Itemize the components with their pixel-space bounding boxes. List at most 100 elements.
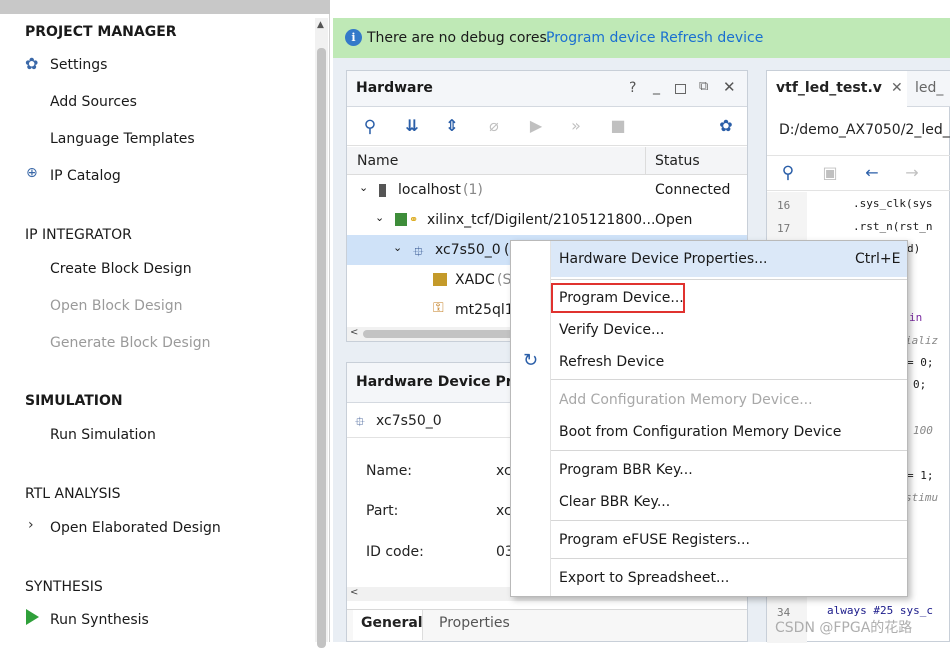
gear-icon: ✿ — [25, 54, 39, 73]
tree-row-status: Open — [655, 212, 693, 228]
close-icon[interactable]: ✕ — [723, 78, 736, 96]
col-name[interactable]: Name — [357, 153, 398, 169]
server-icon — [379, 184, 386, 197]
tab-properties[interactable]: Properties — [439, 615, 510, 631]
code-line: d) — [907, 242, 921, 255]
refresh-icon: ↻ — [523, 350, 539, 371]
editor-tab-active[interactable]: vtf_led_test.v — [776, 80, 882, 96]
tree-row-name: xilinx_tcf/Digilent/2105121800... — [427, 212, 656, 228]
file-path: D:/demo_AX7050/2_led_ — [779, 122, 950, 138]
settings-gear-icon[interactable]: ✿ — [717, 117, 735, 135]
tab-general[interactable]: General — [361, 615, 423, 631]
menu-separator — [551, 520, 907, 521]
run-icon — [26, 609, 39, 625]
tree-row[interactable]: ⌄ ⚭ xilinx_tcf/Digilent/2105121800... Op… — [347, 205, 747, 235]
auto-connect-icon: ⌀ — [489, 116, 499, 135]
flow-scrollbar[interactable]: ▲ — [315, 18, 328, 648]
name-label: Name: — [366, 463, 413, 479]
menu-item-program-device[interactable]: Program Device... — [559, 290, 684, 306]
xadc-icon — [433, 273, 447, 286]
nav-generate-block-design: Generate Block Design — [50, 335, 211, 351]
chip-icon: ⯐ — [355, 415, 365, 430]
nav-run-simulation[interactable]: Run Simulation — [50, 427, 156, 443]
line-number: 17 — [777, 222, 791, 235]
menu-item-clear-bbr-key[interactable]: Clear BBR Key... — [559, 494, 670, 510]
float-icon[interactable]: ⧉ — [699, 79, 708, 94]
save-icon: ▣ — [822, 163, 838, 182]
section-ip-integrator[interactable]: IP INTEGRATOR — [25, 227, 132, 243]
minimize-icon[interactable]: _ — [653, 79, 660, 95]
menu-item-export-to-spreadsheet[interactable]: Export to Spreadsheet... — [559, 570, 729, 586]
nav-run-synthesis[interactable]: Run Synthesis — [50, 612, 149, 628]
section-simulation[interactable]: SIMULATION — [25, 393, 123, 409]
link-icon: ⚭ — [409, 213, 419, 226]
section-synthesis[interactable]: SYNTHESIS — [25, 579, 103, 595]
maximize-icon[interactable] — [675, 84, 686, 94]
tree-row-count: (1) — [463, 182, 483, 198]
nav-open-block-design: Open Block Design — [50, 298, 183, 314]
id-code-label: ID code: — [366, 544, 424, 560]
memory-icon: ⚿ — [433, 300, 444, 316]
menu-item-boot-from-configuration-memory[interactable]: Boot from Configuration Memory Device — [559, 424, 841, 440]
menu-separator — [551, 450, 907, 451]
device-name: xc7s50_0 — [376, 413, 442, 429]
chevron-down-icon[interactable]: ⌄ — [393, 241, 402, 254]
target-icon — [395, 213, 407, 226]
redo-icon: → — [905, 163, 919, 182]
scrollbar-thumb[interactable] — [363, 330, 523, 338]
debug-info-bar: i There are no debug cores. Program devi… — [333, 18, 950, 58]
menu-item-verify-device[interactable]: Verify Device... — [559, 322, 664, 338]
chevron-down-icon[interactable]: ⌄ — [359, 181, 368, 194]
watermark: CSDN @FPGA的花路 — [775, 620, 913, 636]
section-rtl-analysis[interactable]: RTL ANALYSIS — [25, 486, 121, 502]
expand-all-icon[interactable]: ⇕ — [443, 117, 461, 135]
editor-toolbar: ⚲ ▣ ← → — [767, 155, 950, 191]
title-strip — [0, 0, 330, 14]
chip-icon: ⯐ — [413, 244, 424, 260]
tree-row-name: mt25ql1 — [455, 302, 514, 318]
info-message: There are no debug cores. — [367, 30, 552, 46]
nav-add-sources[interactable]: Add Sources — [50, 94, 137, 110]
nav-language-templates[interactable]: Language Templates — [50, 131, 195, 147]
code-line: in — [909, 311, 923, 324]
menu-separator — [551, 379, 907, 380]
menu-item-refresh-device[interactable]: Refresh Device — [559, 354, 664, 370]
menu-item-program-bbr-key[interactable]: Program BBR Key... — [559, 462, 693, 478]
nav-open-elaborated-design[interactable]: Open Elaborated Design — [50, 520, 221, 536]
search-icon[interactable]: ⚲ — [361, 118, 379, 136]
section-project-manager[interactable]: PROJECT MANAGER — [25, 24, 177, 40]
flow-navigator: PROJECT MANAGER ✿ Settings Add Sources L… — [0, 0, 330, 648]
editor-tab[interactable]: led_ — [915, 80, 943, 96]
col-status[interactable]: Status — [655, 153, 700, 169]
code-line: 0; — [913, 378, 927, 391]
scroll-left-icon[interactable]: < — [350, 327, 358, 338]
close-tab-icon[interactable]: ✕ — [891, 80, 903, 96]
scrollbar-thumb[interactable] — [317, 48, 326, 648]
nav-settings[interactable]: Settings — [50, 57, 107, 73]
code-line: .sys_clk(sys — [853, 197, 933, 210]
chevron-right-icon[interactable]: › — [28, 517, 34, 533]
code-line: stimu — [905, 491, 939, 504]
program-device-link[interactable]: Program device — [546, 30, 656, 46]
code-line: always #25 sys_c — [827, 604, 933, 617]
collapse-all-icon[interactable]: ⇊ — [403, 117, 421, 135]
context-menu: Hardware Device Properties... Ctrl+E Pro… — [510, 240, 908, 597]
hardware-toolbar: ⚲ ⇊ ⇕ ⌀ ▶ » ■ ✿ — [347, 108, 747, 146]
scroll-left-icon[interactable]: < — [350, 587, 358, 598]
run-immediate-icon: » — [571, 116, 581, 135]
chevron-down-icon[interactable]: ⌄ — [375, 211, 384, 224]
menu-item-program-efuse-registers[interactable]: Program eFUSE Registers... — [559, 532, 750, 548]
menu-item-add-configuration-memory-device: Add Configuration Memory Device... — [559, 392, 813, 408]
nav-ip-catalog[interactable]: IP Catalog — [50, 168, 121, 184]
tree-header: Name Status — [347, 147, 747, 175]
undo-icon[interactable]: ← — [863, 164, 881, 182]
menu-item-hardware-device-properties[interactable]: Hardware Device Properties... — [559, 251, 767, 267]
search-icon[interactable]: ⚲ — [779, 164, 797, 182]
nav-create-block-design[interactable]: Create Block Design — [50, 261, 192, 277]
scroll-up-icon[interactable]: ▲ — [317, 20, 324, 30]
refresh-device-link[interactable]: Refresh device — [660, 30, 763, 46]
tree-row[interactable]: ⌄ localhost (1) Connected — [347, 175, 747, 205]
menu-separator — [551, 558, 907, 559]
help-icon[interactable]: ? — [629, 80, 636, 96]
hardware-title-bar: Hardware ? _ ⧉ ✕ — [347, 71, 747, 107]
